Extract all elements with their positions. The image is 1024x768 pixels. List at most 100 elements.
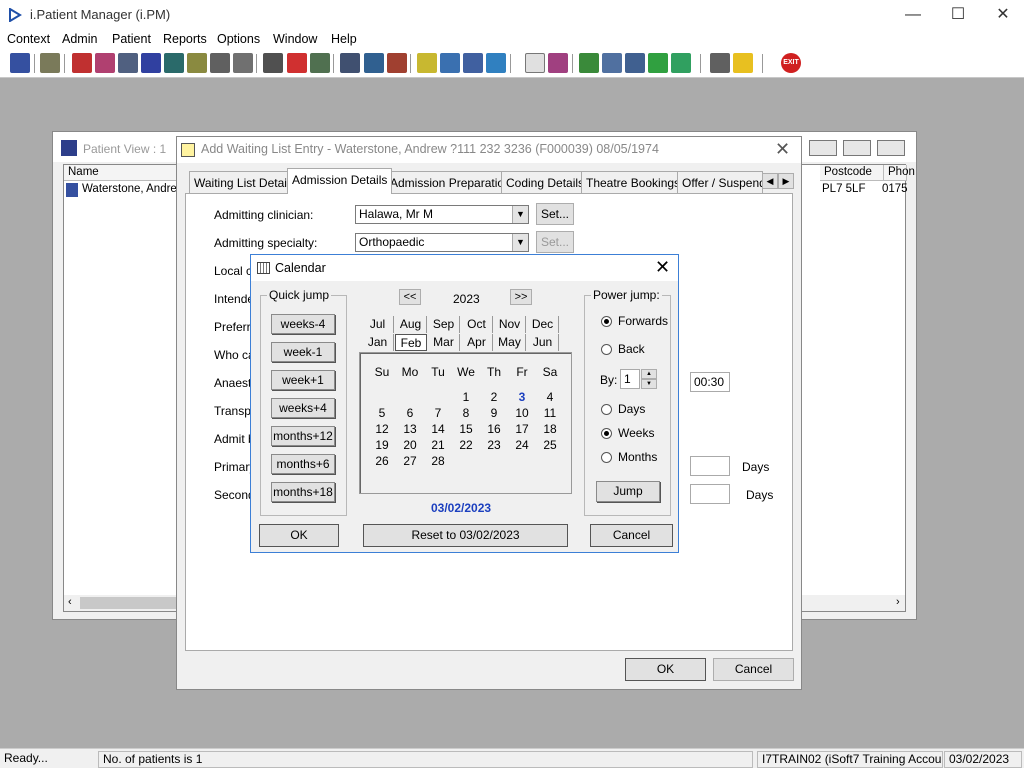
waiting-list-cancel-button[interactable]: Cancel xyxy=(713,658,794,681)
scroll-left-icon[interactable]: ‹ xyxy=(68,596,72,608)
minimize-button[interactable]: — xyxy=(890,4,936,26)
maximize-button[interactable]: ☐ xyxy=(935,4,981,26)
calendar-day[interactable]: 27 xyxy=(396,454,424,468)
tab-admission-preparation[interactable]: Admission Preparation xyxy=(385,171,516,193)
calendar-day[interactable]: 10 xyxy=(508,406,536,420)
month-tab-oct[interactable]: Oct xyxy=(461,316,493,333)
tab-theatre-bookings[interactable]: Theatre Bookings xyxy=(581,171,686,193)
menu-context[interactable]: Context xyxy=(7,32,50,46)
calendar-day[interactable]: 21 xyxy=(424,438,452,452)
patient-view-close-button[interactable] xyxy=(877,140,905,156)
spin-down-icon[interactable]: ▼ xyxy=(641,379,657,389)
tab-coding-details[interactable]: Coding Details xyxy=(501,171,590,193)
primary-days-input[interactable] xyxy=(690,456,730,476)
month-tab-dec[interactable]: Dec xyxy=(527,316,559,333)
calendar-close-icon[interactable]: ✕ xyxy=(655,257,670,278)
month-tab-feb[interactable]: Feb xyxy=(395,334,427,351)
patient-row-name[interactable]: Waterstone, Andrew xyxy=(82,183,185,195)
edit-record-icon[interactable] xyxy=(95,53,115,73)
calendar-day[interactable]: 14 xyxy=(424,422,452,436)
admitting-specialty-select[interactable]: Orthopaedic ▼ xyxy=(355,233,529,252)
quick-jump-weeks-minus-4[interactable]: weeks-4 xyxy=(271,314,335,334)
back-radio[interactable] xyxy=(601,344,612,355)
calendar-day[interactable]: 17 xyxy=(508,422,536,436)
waiting-list-icon[interactable] xyxy=(364,53,384,73)
month-tab-nov[interactable]: Nov xyxy=(494,316,526,333)
calendar-day[interactable]: 16 xyxy=(480,422,508,436)
next-year-button[interactable]: >> xyxy=(510,289,532,305)
secondary-days-input[interactable] xyxy=(690,484,730,504)
weeks-radio[interactable] xyxy=(601,428,612,439)
quick-jump-week-plus-1[interactable]: week+1 xyxy=(271,370,335,390)
screen-icon[interactable] xyxy=(310,53,330,73)
column-header-postcode[interactable]: Postcode xyxy=(820,165,884,181)
calendar-day[interactable]: 19 xyxy=(368,438,396,452)
clock-icon[interactable] xyxy=(287,53,307,73)
calendar-ok-button[interactable]: OK xyxy=(259,524,339,547)
calendar-day[interactable]: 28 xyxy=(424,454,452,468)
quick-jump-months-plus-12[interactable]: months+12 xyxy=(271,426,335,446)
compass-icon[interactable] xyxy=(387,53,407,73)
check-list-icon[interactable] xyxy=(602,53,622,73)
month-tab-apr[interactable]: Apr xyxy=(461,334,493,351)
forwards-radio[interactable] xyxy=(601,316,612,327)
chevron-down-icon[interactable]: ▼ xyxy=(512,206,528,223)
note-icon[interactable] xyxy=(187,53,207,73)
calendar-day[interactable]: 23 xyxy=(480,438,508,452)
cancel-doc-icon[interactable] xyxy=(263,53,283,73)
transfer-icon[interactable] xyxy=(710,53,730,73)
waiting-list-ok-button[interactable]: OK xyxy=(625,658,706,681)
close-button[interactable]: ✕ xyxy=(980,4,1024,26)
warning-icon[interactable] xyxy=(733,53,753,73)
calendar-day[interactable]: 25 xyxy=(536,438,564,452)
calendar-day[interactable]: 24 xyxy=(508,438,536,452)
calendar-day[interactable]: 13 xyxy=(396,422,424,436)
calendar-day[interactable]: 5 xyxy=(368,406,396,420)
reset-date-button[interactable]: Reset to 03/02/2023 xyxy=(363,524,568,547)
calendar-day[interactable]: 11 xyxy=(536,406,564,420)
chart-icon[interactable] xyxy=(548,53,568,73)
month-tab-jul[interactable]: Jul xyxy=(362,316,394,333)
transport-icon[interactable] xyxy=(233,53,253,73)
tab-scroll-left-icon[interactable]: ◀ xyxy=(762,173,778,189)
previous-year-button[interactable]: << xyxy=(399,289,421,305)
days-radio[interactable] xyxy=(601,404,612,415)
notepad-icon[interactable] xyxy=(417,53,437,73)
admitting-clinician-select[interactable]: Halawa, Mr M ▼ xyxy=(355,205,529,224)
patient-user-icon[interactable] xyxy=(10,53,30,73)
waiting-list-close-icon[interactable]: ✕ xyxy=(775,139,790,160)
quick-jump-weeks-plus-4[interactable]: weeks+4 xyxy=(271,398,335,418)
tab-offer-suspend[interactable]: Offer / Suspend xyxy=(677,171,763,193)
forward-doc-icon[interactable] xyxy=(671,53,691,73)
quick-jump-week-minus-1[interactable]: week-1 xyxy=(271,342,335,362)
calendar-day[interactable]: 4 xyxy=(536,390,564,404)
list-icon[interactable] xyxy=(118,53,138,73)
calendar-day[interactable]: 6 xyxy=(396,406,424,420)
months-radio[interactable] xyxy=(601,452,612,463)
month-tab-jan[interactable]: Jan xyxy=(362,334,394,351)
calendar-cancel-button[interactable]: Cancel xyxy=(590,524,673,547)
record-icon[interactable] xyxy=(72,53,92,73)
exit-icon[interactable]: EXIT xyxy=(781,53,801,73)
jump-button[interactable]: Jump xyxy=(596,481,660,502)
calendar-day[interactable]: 2 xyxy=(480,390,508,404)
arrow-doc-icon[interactable] xyxy=(648,53,668,73)
menu-patient[interactable]: Patient xyxy=(112,32,151,46)
person-icon[interactable] xyxy=(164,53,184,73)
bed-icon[interactable] xyxy=(463,53,483,73)
search-doc-icon[interactable] xyxy=(440,53,460,73)
month-tab-aug[interactable]: Aug xyxy=(395,316,427,333)
patient-view-maximize-button[interactable] xyxy=(843,140,871,156)
admitting-clinician-set-button[interactable]: Set... xyxy=(536,203,574,225)
diary-icon[interactable] xyxy=(340,53,360,73)
calendar-day[interactable]: 1 xyxy=(452,390,480,404)
calendar-day[interactable]: 26 xyxy=(368,454,396,468)
menu-admin[interactable]: Admin xyxy=(62,32,97,46)
calendar-day[interactable]: 12 xyxy=(368,422,396,436)
chevron-down-icon[interactable]: ▼ xyxy=(512,234,528,251)
month-tab-may[interactable]: May xyxy=(494,334,526,351)
approve-icon[interactable] xyxy=(625,53,645,73)
tab-waiting-list-details[interactable]: Waiting List Details xyxy=(189,171,301,193)
month-tab-mar[interactable]: Mar xyxy=(428,334,460,351)
column-header-phone[interactable]: Phon xyxy=(884,165,915,181)
